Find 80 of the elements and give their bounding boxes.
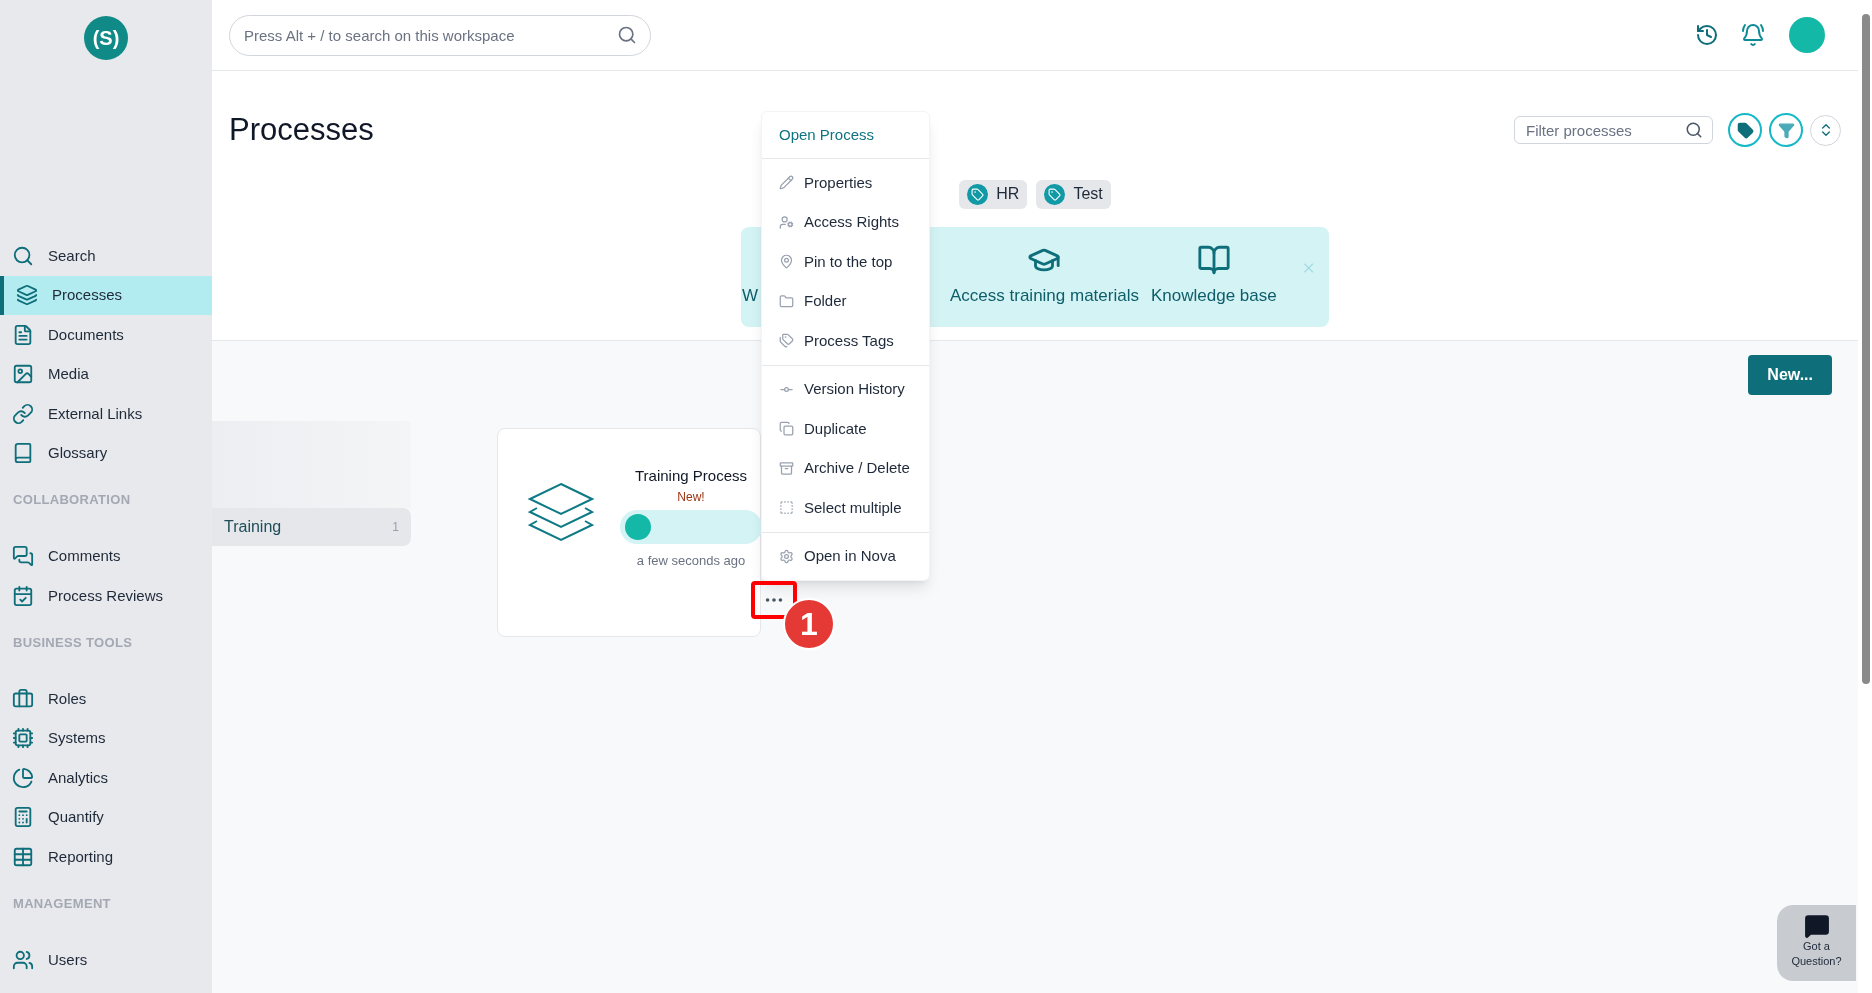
menu-item[interactable]: Properties	[762, 163, 929, 203]
tags-icon	[779, 333, 794, 349]
sidebar-item[interactable]: Analytics	[0, 758, 212, 798]
filter-button[interactable]	[1769, 113, 1803, 148]
menu-item[interactable]: Open Process	[762, 116, 929, 154]
archive-icon	[779, 460, 794, 476]
menu-item[interactable]: Version History	[762, 369, 929, 409]
chat-bubbles-icon	[12, 545, 34, 568]
calendar-check-icon	[12, 584, 34, 607]
tag-filter-button[interactable]	[1728, 113, 1762, 148]
pie-chart-icon	[12, 766, 34, 789]
settings-icon	[779, 548, 794, 564]
avatar[interactable]	[1789, 17, 1825, 53]
table-icon	[12, 845, 34, 868]
section-heading: COLLABORATION	[12, 491, 132, 509]
sidebar-item[interactable]: Media	[0, 354, 212, 394]
new-button[interactable]: New...	[1748, 355, 1832, 395]
user-lock-icon	[779, 214, 794, 230]
tag-chip[interactable]: Test	[1036, 179, 1111, 209]
sidebar-item[interactable]: Processes	[0, 275, 212, 315]
tag-icon	[1736, 121, 1754, 139]
select-icon	[779, 500, 794, 516]
menu-item[interactable]: Select multiple	[762, 488, 929, 528]
sidebar-item[interactable]: Process Reviews	[0, 576, 212, 616]
search-icon	[617, 24, 637, 45]
book-icon	[12, 442, 34, 465]
search-icon	[12, 244, 34, 267]
sidebar-item[interactable]: Reporting	[0, 837, 212, 877]
sidebar-item[interactable]: Quantify	[0, 797, 212, 837]
book-icon	[1196, 243, 1231, 277]
banner-link[interactable]: Knowledge base	[1150, 283, 1277, 309]
menu-item[interactable]: Pin to the top	[762, 242, 929, 282]
logo[interactable]: (S)	[84, 16, 128, 60]
sidebar-item[interactable]: Systems	[0, 718, 212, 758]
card-title: Training Process	[635, 466, 747, 486]
banner-link[interactable]: W	[742, 283, 759, 309]
section-heading: BUSINESS TOOLS	[12, 633, 134, 652]
sidebar-item[interactable]: Documents	[0, 315, 212, 355]
timestamp: a few seconds ago	[636, 551, 746, 570]
sidebar-item[interactable]: Search	[0, 236, 212, 276]
tag-icon	[1044, 183, 1066, 205]
filter-field[interactable]: Filter processes	[1514, 116, 1713, 145]
menu-item[interactable]: Access Rights	[762, 202, 929, 242]
folder-icon	[779, 293, 794, 309]
menu-item[interactable]: Open in Nova	[762, 536, 929, 576]
search-field[interactable]: Press Alt + / to search on this workspace	[229, 14, 651, 56]
calculator-icon	[12, 806, 34, 829]
chip-icon	[12, 727, 34, 750]
sidebar-item[interactable]: Glossary	[0, 433, 212, 473]
category-item[interactable]: Training 1	[212, 508, 411, 546]
bell-icon[interactable]	[1741, 23, 1765, 47]
tag-icon	[967, 183, 989, 205]
funnel-icon	[1777, 121, 1795, 139]
folder-count: 1	[392, 519, 399, 536]
duplicate-icon	[779, 421, 794, 437]
briefcase-icon	[12, 687, 34, 710]
process-card[interactable]: Training Process New! a few seconds ago	[497, 428, 761, 637]
menu-item[interactable]: Process Tags	[762, 321, 929, 361]
pencil-icon	[779, 175, 794, 191]
section-heading: MANAGEMENT	[12, 894, 112, 913]
users-icon	[12, 948, 34, 971]
tag-chip[interactable]: HR	[959, 179, 1028, 209]
sidebar-item[interactable]: Users	[0, 940, 212, 980]
help-widget[interactable]: Got a Question?	[1777, 905, 1856, 981]
menu-item[interactable]: Duplicate	[762, 409, 929, 449]
link-icon	[12, 402, 34, 425]
page-title: Processes	[229, 111, 374, 149]
banner-link[interactable]: Access training materials	[950, 283, 1139, 309]
chat-icon	[1803, 913, 1830, 939]
document-icon	[12, 323, 34, 346]
menu-item[interactable]: Folder	[762, 281, 929, 321]
sidebar-item[interactable]: Roles	[0, 679, 212, 719]
image-icon	[12, 363, 34, 386]
search-icon	[1685, 121, 1703, 140]
menu-item[interactable]: Archive / Delete	[762, 448, 929, 488]
sidebar-item[interactable]: External Links	[0, 394, 212, 434]
layers-icon	[16, 284, 38, 307]
new-label: New!	[677, 488, 705, 506]
sidebar-item[interactable]: Comments	[0, 536, 212, 576]
pin-icon	[779, 254, 794, 270]
